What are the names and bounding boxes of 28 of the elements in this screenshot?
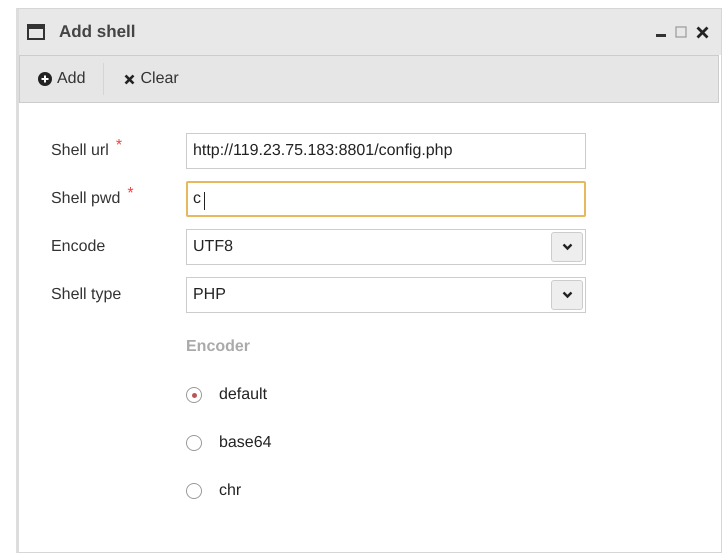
radio-label[interactable]: default (219, 386, 268, 404)
plus-circle-icon (38, 72, 52, 86)
input-field[interactable]: http://119.23.75.183:8801/config.php (186, 133, 586, 169)
required-mark: * (116, 137, 122, 155)
dropdown[interactable]: UTF8 (186, 229, 586, 265)
close-icon (124, 74, 136, 84)
field-label: Shell url (51, 142, 109, 160)
input-field[interactable]: c (186, 181, 586, 217)
chevron-down-icon (562, 243, 572, 251)
required-mark: * (127, 185, 134, 203)
section-heading: Encoder (186, 338, 252, 356)
dropdown-button[interactable] (551, 232, 583, 262)
radio-button[interactable] (186, 387, 202, 403)
radio-label[interactable]: chr (219, 482, 242, 500)
dropdown-button[interactable] (551, 280, 583, 310)
add-button[interactable]: Add (30, 66, 94, 92)
chevron-down-icon (562, 291, 572, 299)
field-label: Shell pwd (51, 190, 120, 208)
radio-label[interactable]: base64 (219, 434, 272, 452)
field-label: Shell type (51, 286, 122, 304)
dropdown[interactable]: PHP (186, 277, 586, 313)
close-icon[interactable] (696, 26, 709, 38)
clear-button[interactable]: Clear (116, 66, 187, 92)
radio-button[interactable] (186, 483, 202, 499)
field-label: Encode (51, 238, 106, 256)
radio-button[interactable] (186, 435, 202, 451)
window-title: Add shell (59, 22, 137, 42)
window-icon (27, 24, 45, 40)
